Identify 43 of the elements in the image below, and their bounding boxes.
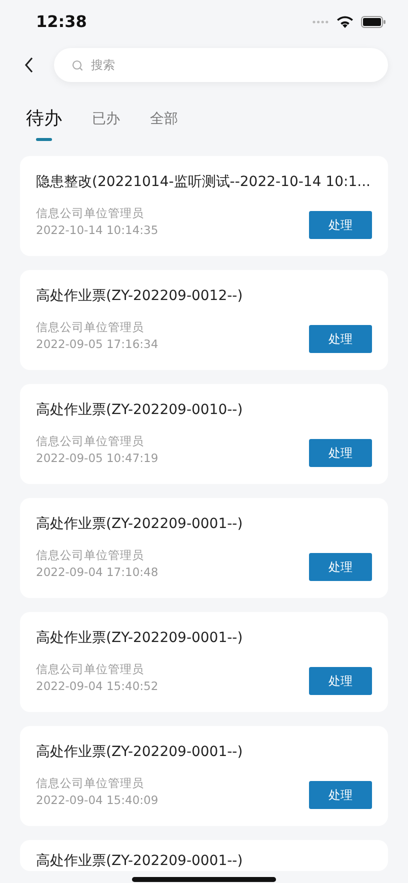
- handle-button[interactable]: 处理: [309, 667, 372, 695]
- task-title: 隐患整改(20221014-监听测试--2022-10-14 10:1...: [36, 173, 372, 192]
- task-title: 高处作业票(ZY-202209-0001--): [36, 515, 244, 534]
- task-unit: 信息公司单位管理员: [36, 661, 145, 678]
- signal-icon: [312, 20, 329, 24]
- task-unit: 信息公司单位管理员: [36, 433, 145, 450]
- status-time: 12:38: [36, 11, 87, 33]
- task-card[interactable]: 高处作业票(ZY-202209-0001--) 信息公司单位管理员 2022-09-04 15:40:09 处理: [20, 726, 388, 826]
- tab[interactable]: 全部: [150, 105, 178, 143]
- task-title: 高处作业票(ZY-202209-0001--): [36, 852, 244, 871]
- battery-icon: [361, 16, 386, 28]
- back-icon: [24, 57, 34, 73]
- task-card[interactable]: 高处作业票(ZY-202209-0001--) 信息公司单位管理员 2022-09-04 17:10:48 处理: [20, 498, 388, 598]
- handle-button[interactable]: 处理: [309, 553, 372, 581]
- task-card[interactable]: 高处作业票(ZY-202209-0012--) 信息公司单位管理员 2022-09-05 17:16:34 处理: [20, 270, 388, 370]
- task-card[interactable]: 高处作业票(ZY-202209-0010--) 信息公司单位管理员 2022-09-05 10:47:19 处理: [20, 384, 388, 484]
- task-unit: 信息公司单位管理员: [36, 319, 145, 336]
- task-time: 2022-09-04 15:40:52: [36, 678, 158, 695]
- handle-button[interactable]: 处理: [309, 325, 372, 353]
- task-title: 高处作业票(ZY-202209-0010--): [36, 401, 244, 420]
- task-title: 高处作业票(ZY-202209-0001--): [36, 629, 244, 648]
- handle-button[interactable]: 处理: [309, 781, 372, 809]
- wifi-icon: [337, 16, 353, 28]
- task-title: 高处作业票(ZY-202209-0001--): [36, 743, 244, 762]
- search-icon: [72, 60, 83, 70]
- search-field[interactable]: 搜索: [54, 48, 388, 82]
- task-time: 2022-09-05 10:47:19: [36, 450, 158, 467]
- task-time: 2022-10-14 10:14:35: [36, 222, 158, 239]
- task-card[interactable]: 高处作业票(ZY-202209-0001--) 信息公司单位管理员 2022-09-04 15:40:52 处理: [20, 612, 388, 712]
- task-title: 高处作业票(ZY-202209-0012--): [36, 287, 244, 306]
- tab[interactable]: 已办: [92, 105, 120, 143]
- tab[interactable]: 待办: [26, 105, 62, 143]
- task-card[interactable]: 隐患整改(20221014-监听测试--2022-10-14 10:1... 信息公司单位管理员 2022-10-14 10:14:35 处理: [20, 156, 388, 256]
- handle-button[interactable]: 处理: [309, 439, 372, 467]
- task-unit: 信息公司单位管理员: [36, 547, 145, 564]
- task-time: 2022-09-04 15:40:09: [36, 792, 158, 809]
- task-time: 2022-09-04 17:10:48: [36, 564, 158, 581]
- task-time: 2022-09-05 17:16:34: [36, 336, 158, 353]
- search-input[interactable]: 搜索: [89, 55, 374, 75]
- task-unit: 信息公司单位管理员: [36, 205, 145, 222]
- task-unit: 信息公司单位管理员: [36, 775, 145, 792]
- task-card[interactable]: 高处作业票(ZY-202209-0001--): [20, 840, 388, 871]
- handle-button[interactable]: 处理: [309, 211, 372, 239]
